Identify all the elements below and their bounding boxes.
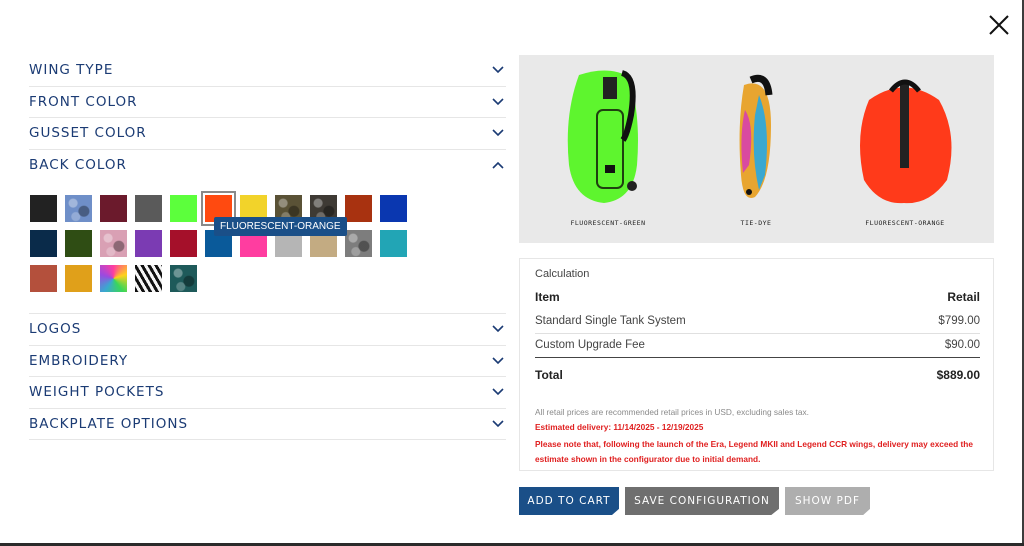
color-swatch[interactable]	[170, 230, 197, 257]
color-swatch[interactable]	[345, 230, 372, 257]
row-price: $90.00	[944, 339, 980, 351]
color-swatch[interactable]	[65, 265, 92, 292]
color-swatch[interactable]	[380, 230, 407, 257]
wing-side-view	[739, 74, 773, 199]
row-item: Custom Upgrade Fee	[535, 339, 645, 351]
chevron-down-icon	[492, 98, 504, 106]
wing-back-view	[860, 79, 952, 204]
accordion-embroidery[interactable]: EMBROIDERY	[29, 346, 506, 377]
chevron-down-icon	[492, 325, 504, 333]
accordion-backplate-options[interactable]: BACKPLATE OPTIONS	[29, 409, 506, 440]
swatch-tooltip: FLUORESCENT-ORANGE	[214, 217, 347, 236]
add-to-cart-button[interactable]: ADD TO CART	[519, 487, 619, 515]
accordion-label: BACK COLOR	[29, 157, 127, 174]
product-label-back: FLUORESCENT-ORANGE	[865, 219, 945, 227]
accordion-weight-pockets[interactable]: WEIGHT POCKETS	[29, 377, 506, 409]
color-swatch[interactable]	[135, 230, 162, 257]
accordion-top: WING TYPE FRONT COLOR GUSSET COLOR BACK …	[29, 55, 506, 181]
accordion-label: GUSSET COLOR	[29, 125, 147, 142]
accordion-bottom: LOGOS EMBROIDERY WEIGHT POCKETS BACKPLAT…	[29, 313, 506, 440]
color-swatch[interactable]	[65, 195, 92, 222]
accordion-label: FRONT COLOR	[29, 93, 138, 110]
wing-preview-image	[567, 70, 952, 204]
accordion-label: WEIGHT POCKETS	[29, 384, 165, 401]
color-swatch[interactable]	[65, 230, 92, 257]
chevron-up-icon	[492, 161, 504, 169]
accordion-label: BACKPLATE OPTIONS	[29, 415, 189, 432]
show-pdf-button[interactable]: SHOW PDF	[785, 487, 870, 515]
wing-front-view	[567, 70, 638, 203]
row-item: Standard Single Tank System	[535, 315, 686, 327]
col-retail: Retail	[947, 290, 980, 304]
configurator-modal: WING TYPE FRONT COLOR GUSSET COLOR BACK …	[0, 0, 1022, 543]
color-swatch[interactable]	[170, 265, 197, 292]
product-preview: FLUORESCENT-GREEN TIE-DYE FLUORESCENT-OR…	[519, 55, 994, 243]
color-swatch[interactable]	[30, 230, 57, 257]
color-swatch[interactable]	[100, 195, 127, 222]
color-swatch[interactable]	[100, 265, 127, 292]
color-swatch[interactable]	[135, 195, 162, 222]
accordion-front-color[interactable]: FRONT COLOR	[29, 87, 506, 118]
color-swatch[interactable]	[380, 195, 407, 222]
color-swatch[interactable]	[170, 195, 197, 222]
row-price: $799.00	[938, 315, 980, 327]
chevron-down-icon	[492, 420, 504, 428]
product-label-side: TIE-DYE	[740, 219, 772, 227]
col-item: Item	[535, 290, 560, 304]
delivery-warning: Please note that, following the launch o…	[535, 439, 973, 464]
calculation-panel: Calculation Item Retail Standard Single …	[519, 258, 994, 471]
total-value: $889.00	[936, 368, 980, 382]
close-icon[interactable]	[986, 12, 1012, 38]
calculation-header: Item Retail	[535, 290, 980, 304]
accordion-back-color[interactable]: BACK COLOR	[29, 150, 506, 182]
accordion-gusset-color[interactable]: GUSSET COLOR	[29, 118, 506, 150]
calculation-total: Total $889.00	[535, 368, 980, 382]
accordion-label: LOGOS	[29, 321, 82, 338]
color-swatch[interactable]	[100, 230, 127, 257]
accordion-wing-type[interactable]: WING TYPE	[29, 55, 506, 87]
chevron-down-icon	[492, 129, 504, 137]
retail-note: All retail prices are recommended retail…	[535, 407, 809, 417]
save-configuration-button[interactable]: SAVE CONFIGURATION	[625, 487, 779, 515]
accordion-label: EMBROIDERY	[29, 352, 129, 369]
calculation-row: Standard Single Tank System $799.00	[535, 315, 980, 334]
delivery-note: Estimated delivery: 11/14/2025 - 12/19/2…	[535, 422, 704, 432]
accordion-label: WING TYPE	[29, 62, 114, 79]
color-swatch[interactable]	[135, 265, 162, 292]
total-label: Total	[535, 368, 563, 382]
accordion-logos[interactable]: LOGOS	[29, 314, 506, 346]
color-swatch[interactable]	[345, 195, 372, 222]
color-swatch[interactable]	[30, 195, 57, 222]
calculation-row: Custom Upgrade Fee $90.00	[535, 339, 980, 358]
chevron-down-icon	[492, 357, 504, 365]
chevron-down-icon	[492, 388, 504, 396]
calculation-title: Calculation	[535, 268, 590, 280]
product-label-front: FLUORESCENT-GREEN	[570, 219, 646, 227]
chevron-down-icon	[492, 66, 504, 74]
color-swatch[interactable]	[30, 265, 57, 292]
